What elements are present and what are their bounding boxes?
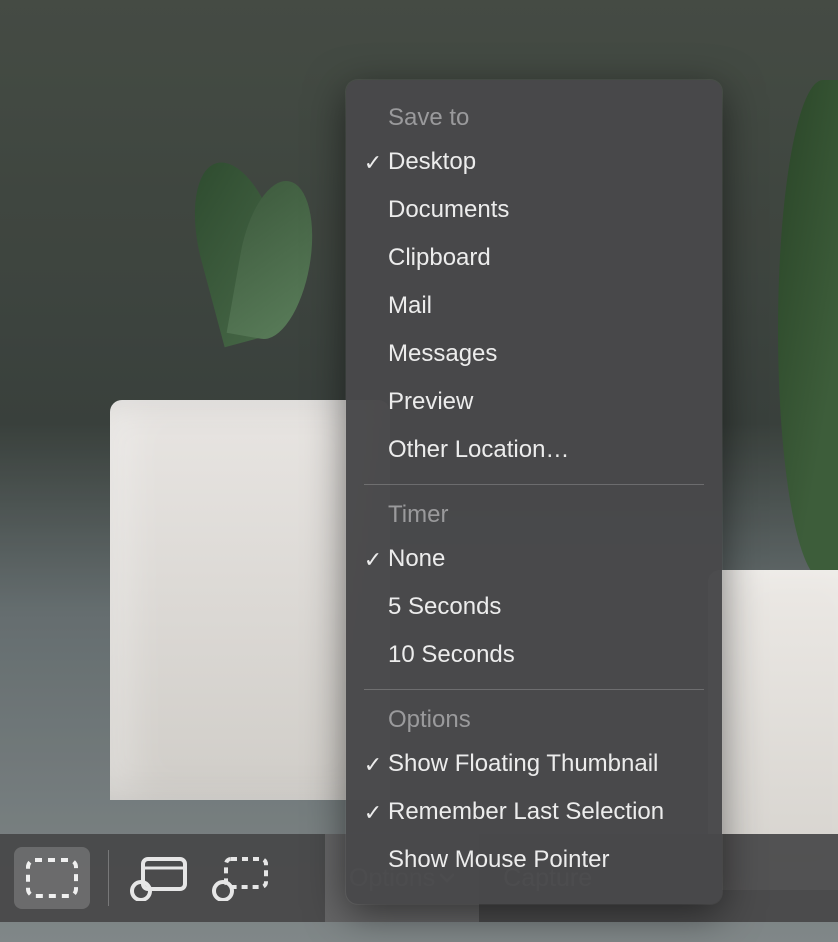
menu-item-label: Show Floating Thumbnail [388,746,658,782]
capture-selection-icon [211,855,271,901]
menu-item-label: 5 Seconds [388,589,501,625]
menu-item-label: None [388,541,445,577]
menu-item-label: Show Mouse Pointer [388,842,609,878]
menu-item-documents[interactable]: Documents [346,186,722,234]
options-popover: Save to ✓ Desktop Documents Clipboard Ma… [346,80,722,904]
menu-item-label: Mail [388,288,432,324]
check-icon: ✓ [358,543,388,576]
menu-divider [364,484,704,485]
menu-item-label: Documents [388,192,509,228]
menu-item-remember-selection[interactable]: ✓ Remember Last Selection [346,788,722,836]
menu-item-other-location[interactable]: Other Location… [346,426,722,474]
capture-window-icon [129,855,189,901]
menu-item-floating-thumbnail[interactable]: ✓ Show Floating Thumbnail [346,740,722,788]
menu-section-header-options: Options [346,700,722,740]
menu-item-messages[interactable]: Messages [346,330,722,378]
menu-item-preview[interactable]: Preview [346,378,722,426]
check-icon: ✓ [358,748,388,781]
toolbar-divider [108,850,109,906]
menu-item-label: Other Location… [388,432,569,468]
capture-selection-button[interactable] [203,847,279,909]
menu-item-label: Clipboard [388,240,491,276]
menu-item-desktop[interactable]: ✓ Desktop [346,138,722,186]
menu-item-label: Desktop [388,144,476,180]
menu-divider [364,689,704,690]
menu-item-label: Messages [388,336,497,372]
capture-entire-screen-button[interactable] [14,847,90,909]
capture-entire-screen-icon [25,857,79,899]
menu-item-label: Preview [388,384,473,420]
menu-section-header-timer: Timer [346,495,722,535]
menu-item-show-mouse-pointer[interactable]: Show Mouse Pointer [346,836,722,884]
check-icon: ✓ [358,796,388,829]
menu-item-timer-none[interactable]: ✓ None [346,535,722,583]
menu-item-label: Remember Last Selection [388,794,664,830]
check-icon: ✓ [358,146,388,179]
menu-item-timer-10s[interactable]: 10 Seconds [346,631,722,679]
menu-item-timer-5s[interactable]: 5 Seconds [346,583,722,631]
menu-item-mail[interactable]: Mail [346,282,722,330]
menu-item-clipboard[interactable]: Clipboard [346,234,722,282]
menu-section-header-save-to: Save to [346,98,722,138]
menu-item-label: 10 Seconds [388,637,515,673]
capture-window-button[interactable] [121,847,197,909]
